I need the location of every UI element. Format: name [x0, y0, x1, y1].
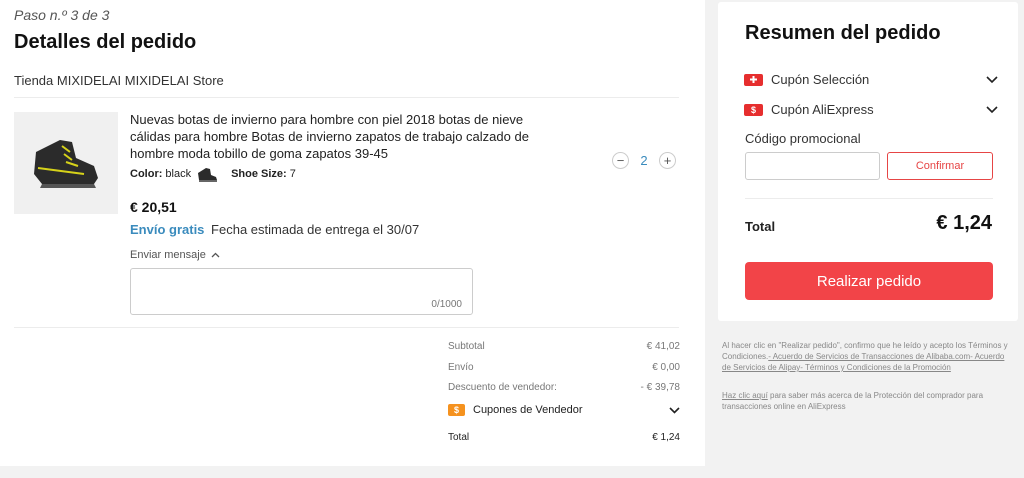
message-label: Enviar mensaje [130, 249, 206, 261]
coupon-selection-row[interactable]: Cupón Selección [744, 72, 998, 87]
click-here-link[interactable]: Haz clic aquí [722, 391, 768, 400]
discount-label: Descuento de vendedor: [448, 382, 557, 393]
quantity-value: 2 [640, 153, 648, 168]
chevron-down-icon[interactable] [986, 75, 998, 84]
shipping-value: € 0,00 [652, 362, 680, 373]
shipping-row: Envío € 0,00 [448, 362, 680, 373]
chevron-down-icon[interactable] [669, 406, 680, 414]
summary-total-row: Total € 1,24 [448, 432, 680, 443]
summary-title: Resumen del pedido [745, 22, 941, 44]
boot-image[interactable] [14, 112, 118, 214]
product-price: € 20,51 [130, 199, 177, 215]
product-title[interactable]: Nuevas botas de invierno para hombre con… [130, 111, 530, 162]
place-order-button[interactable]: Realizar pedido [745, 262, 993, 300]
promo-code-label: Código promocional [745, 131, 861, 146]
chevron-up-icon [211, 252, 220, 258]
size-label: Shoe Size: [231, 168, 287, 180]
summary-total-value: € 1,24 [652, 432, 680, 443]
buyer-protection-text: Haz clic aquí para saber más acerca de l… [722, 390, 1012, 412]
divider [14, 97, 679, 98]
color-label: Color: [130, 168, 163, 180]
subtotal-row: Subtotal € 41,02 [448, 341, 680, 352]
chevron-down-icon[interactable] [986, 105, 998, 114]
color-swatch-icon [195, 164, 219, 184]
coupon-aliexpress-row[interactable]: $ Cupón AliExpress [744, 102, 998, 117]
discount-row: Descuento de vendedor: - € 39,78 [448, 382, 680, 393]
message-counter: 0/1000 [431, 299, 462, 310]
discount-value: - € 39,78 [640, 382, 680, 393]
promo-code-input[interactable] [745, 152, 880, 180]
coupon-icon: $ [448, 404, 465, 416]
step-indicator: Paso n.º 3 de 3 [14, 7, 110, 23]
seller-coupons-label: Cupones de Vendedor [473, 404, 583, 416]
decrease-button[interactable]: − [612, 152, 629, 169]
message-input[interactable]: 0/1000 [130, 268, 473, 315]
subtotal-value: € 41,02 [646, 341, 680, 352]
confirm-button[interactable]: Confirmar [887, 152, 993, 180]
legal-text: Al hacer clic en "Realizar pedido", conf… [722, 340, 1012, 373]
message-textarea[interactable] [131, 269, 472, 314]
page-title: Detalles del pedido [14, 31, 197, 53]
free-shipping-label: Envío gratis [130, 222, 205, 237]
swiss-flag-icon [744, 73, 763, 86]
order-details-panel: Paso n.º 3 de 3 Detalles del pedido Tien… [0, 0, 705, 466]
quantity-stepper: − 2 + [612, 152, 676, 169]
subtotal-label: Subtotal [448, 341, 485, 352]
total-value: € 1,24 [936, 212, 992, 234]
divider [14, 327, 679, 328]
coupon-aliexpress-label: Cupón AliExpress [771, 102, 874, 117]
coupon-selection-label: Cupón Selección [771, 72, 870, 87]
delivery-estimate: Fecha estimada de entrega el 30/07 [211, 222, 420, 237]
size-value: 7 [289, 168, 296, 180]
shipping-label: Envío [448, 362, 474, 373]
color-value: black [165, 168, 192, 180]
shipping-info: Envío gratis Fecha estimada de entrega e… [130, 222, 419, 237]
message-toggle[interactable]: Enviar mensaje [130, 249, 220, 261]
total-label: Total [745, 219, 776, 234]
order-summary-card: Resumen del pedido Cupón Selección $ Cup… [718, 2, 1018, 321]
store-name[interactable]: Tienda MIXIDELAI MIXIDELAI Store [14, 73, 224, 88]
seller-coupons-row[interactable]: $ Cupones de Vendedor [448, 404, 680, 416]
summary-total-label: Total [448, 432, 470, 443]
increase-button[interactable]: + [659, 152, 676, 169]
coupon-icon: $ [744, 103, 763, 116]
divider [745, 198, 993, 199]
product-attributes: Color: black Shoe Size: 7 [130, 164, 296, 184]
